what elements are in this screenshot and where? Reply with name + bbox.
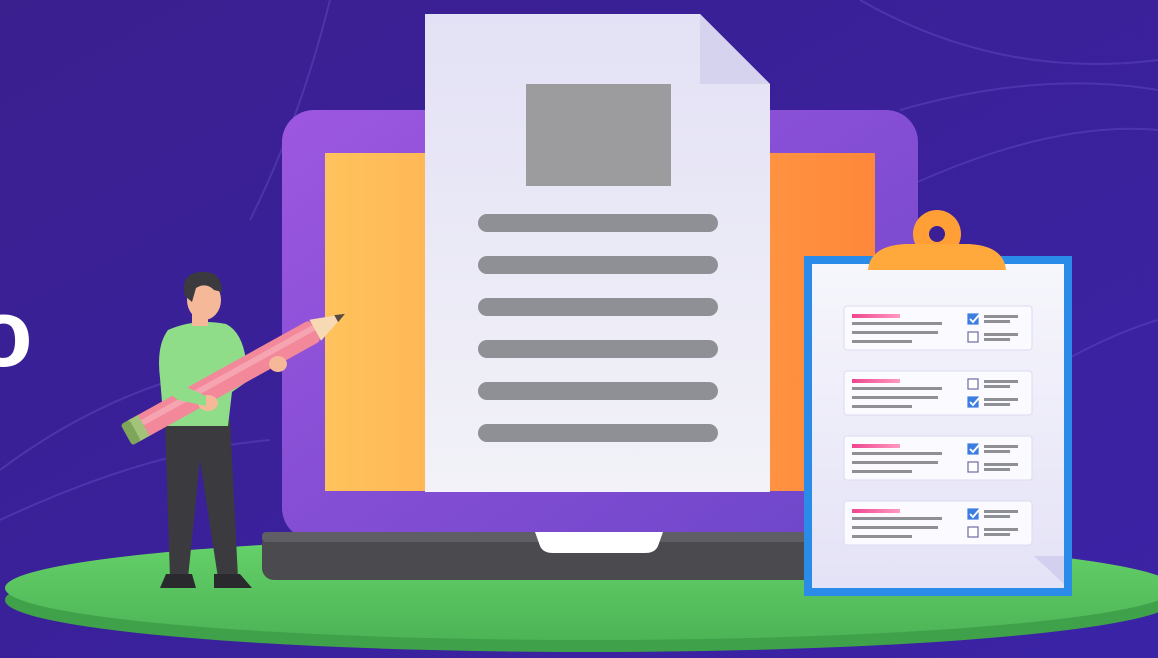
check-text-line xyxy=(984,315,1018,318)
card-text-line xyxy=(852,452,942,455)
card-text-line xyxy=(852,331,938,334)
check-text-line xyxy=(984,338,1010,341)
card-accent-line xyxy=(852,509,900,513)
card-accent-line xyxy=(852,379,900,383)
card-text-line xyxy=(852,535,912,538)
document-text-line xyxy=(478,382,718,400)
document-icon xyxy=(425,14,770,492)
check-text-line xyxy=(984,398,1018,401)
checklist-card xyxy=(843,370,1033,416)
check-text-line xyxy=(984,510,1018,513)
check-text-line xyxy=(984,468,1010,471)
checkbox-empty-icon xyxy=(967,461,979,473)
check-text-line xyxy=(984,385,1010,388)
document-text-line xyxy=(478,340,718,358)
check-text-line xyxy=(984,528,1018,531)
check-text-line xyxy=(984,533,1010,536)
check-text-line xyxy=(984,445,1018,448)
check-text-line xyxy=(984,320,1010,323)
document-text-line xyxy=(478,256,718,274)
card-text-line xyxy=(852,387,942,390)
check-text-line xyxy=(984,403,1010,406)
clipboard-icon xyxy=(804,210,1072,596)
check-text-line xyxy=(984,450,1010,453)
checklist-card xyxy=(843,500,1033,546)
partial-heading-text: o xyxy=(0,280,33,387)
card-text-line xyxy=(852,396,938,399)
illustration-scene: o xyxy=(0,0,1158,658)
checklist-card xyxy=(843,305,1033,351)
checklist-card xyxy=(843,435,1033,481)
card-accent-line xyxy=(852,314,900,318)
check-text-line xyxy=(984,463,1018,466)
laptop-notch xyxy=(535,532,663,553)
card-text-line xyxy=(852,405,912,408)
checkbox-empty-icon xyxy=(967,378,979,390)
checkbox-empty-icon xyxy=(967,331,979,343)
card-text-line xyxy=(852,526,938,529)
illustration-svg xyxy=(0,0,1158,658)
document-text-line xyxy=(478,214,718,232)
document-text-line xyxy=(478,424,718,442)
card-text-line xyxy=(852,470,912,473)
card-text-line xyxy=(852,322,942,325)
checkbox-empty-icon xyxy=(967,526,979,538)
person-hand-right xyxy=(269,356,287,372)
image-placeholder xyxy=(526,84,671,186)
card-accent-line xyxy=(852,444,900,448)
card-text-line xyxy=(852,461,938,464)
person-shoe-left xyxy=(160,574,196,588)
check-text-line xyxy=(984,333,1018,336)
document-text-line xyxy=(478,298,718,316)
card-text-line xyxy=(852,517,942,520)
check-text-line xyxy=(984,515,1010,518)
check-text-line xyxy=(984,380,1018,383)
card-text-line xyxy=(852,340,912,343)
